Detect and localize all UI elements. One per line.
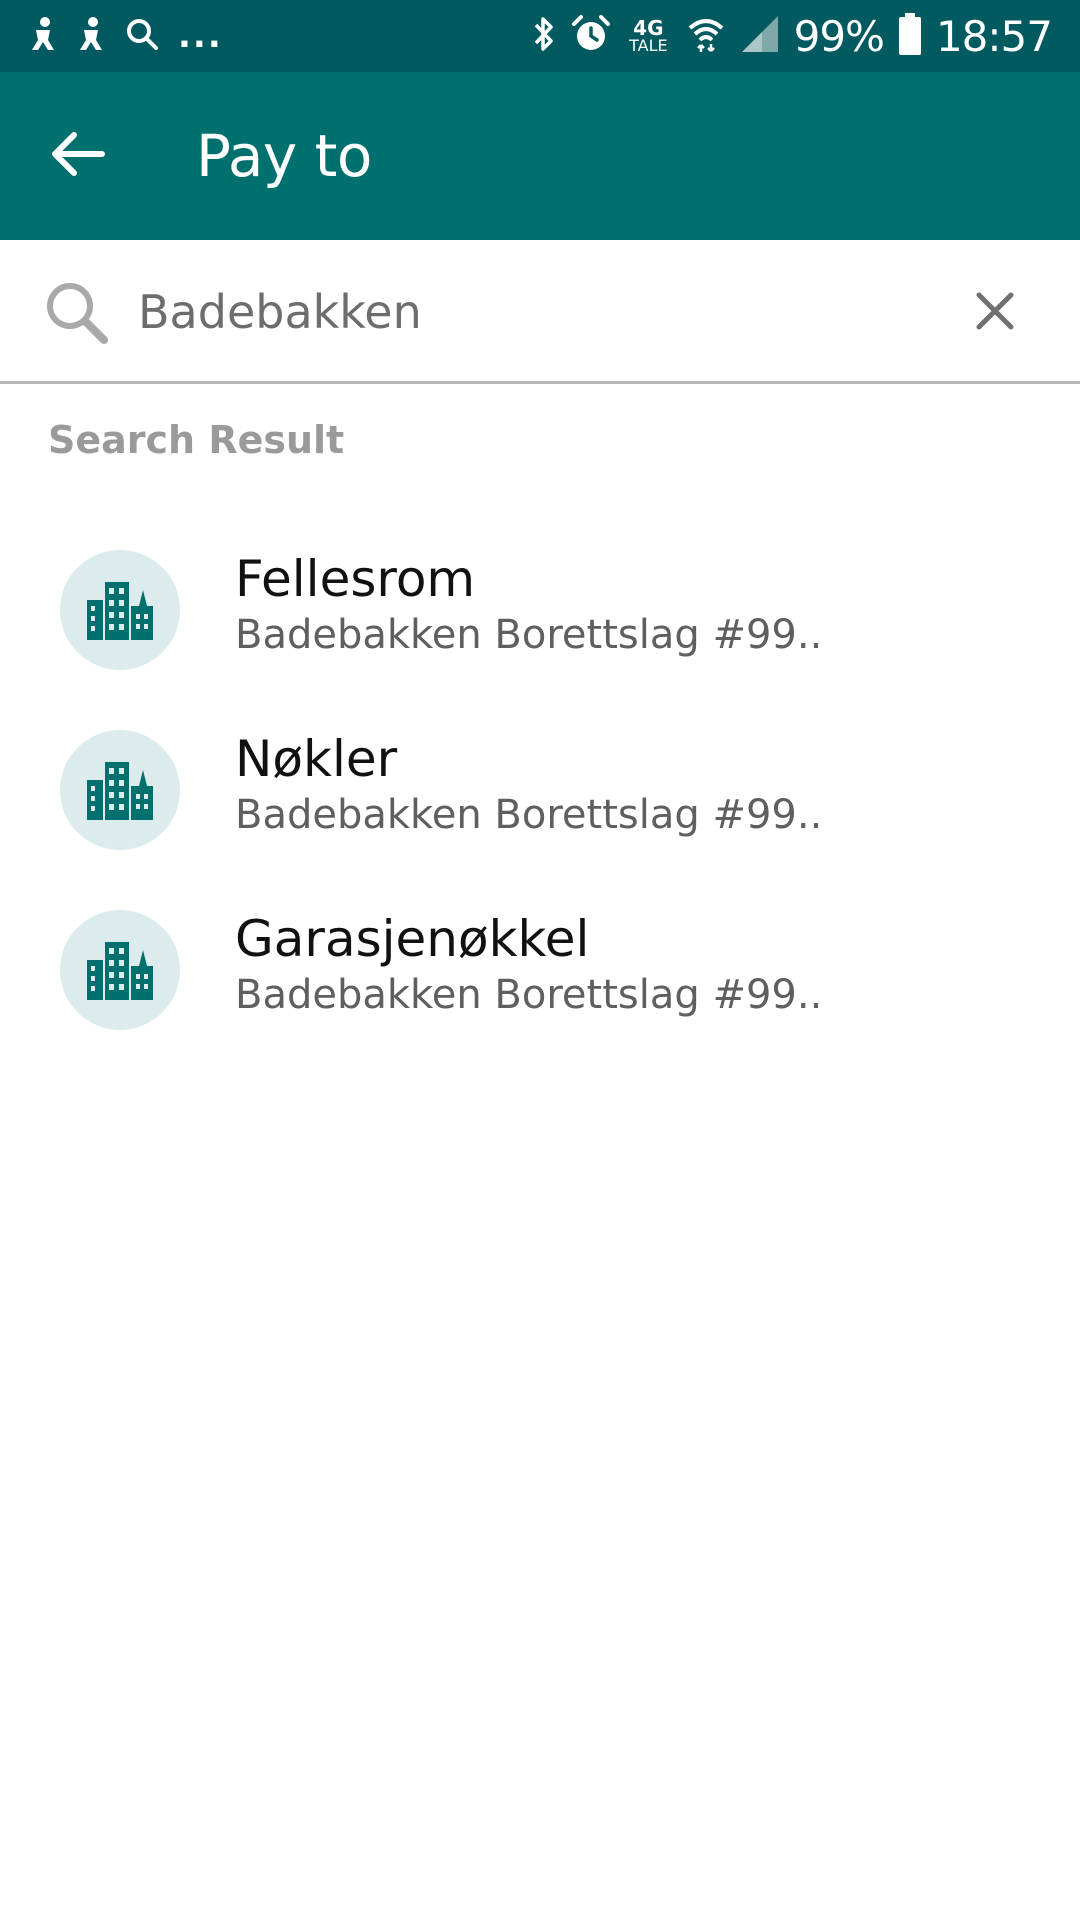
search-icon: [44, 280, 110, 346]
building-icon: [85, 756, 155, 824]
status-bar-right: 4G TALE 99% 18:57: [531, 0, 1053, 72]
list-item[interactable]: Garasjenøkkel Badebakken Borettslag #99.…: [0, 880, 1080, 1060]
section-title: Search Result: [48, 418, 345, 462]
list-item-title: Nøkler: [235, 730, 398, 788]
page-title: Pay to: [196, 122, 372, 190]
notification-icon: [28, 16, 58, 56]
list-item-subtitle: Badebakken Borettslag #99..: [235, 972, 823, 1018]
clear-search-button[interactable]: [960, 278, 1030, 348]
list-item-title: Garasjenøkkel: [235, 910, 590, 968]
status-bar-left: ...: [28, 0, 223, 72]
notification-icon: [76, 16, 106, 56]
clock-time: 18:57: [935, 11, 1053, 61]
bluetooth-icon: [531, 14, 557, 58]
signal-icon: [740, 14, 780, 58]
network-type-label: 4G: [633, 16, 664, 40]
arrow-left-icon: [50, 130, 106, 182]
status-bar: ... 4G TALE 99% 18:57: [0, 0, 1080, 72]
search-icon: [124, 16, 160, 56]
avatar: [60, 730, 180, 850]
building-icon: [85, 936, 155, 1004]
battery-percent: 99%: [793, 11, 885, 61]
list-item[interactable]: Nøkler Badebakken Borettslag #99..: [0, 700, 1080, 880]
search-input[interactable]: [138, 274, 918, 350]
network-type: 4G TALE: [629, 18, 668, 54]
search-bar: [0, 240, 1080, 384]
network-sub-label: TALE: [629, 36, 668, 55]
app-bar: Pay to: [0, 72, 1080, 240]
battery-icon: [898, 13, 922, 59]
wifi-icon: [686, 14, 726, 58]
back-button[interactable]: [30, 108, 126, 204]
list-item-subtitle: Badebakken Borettslag #99..: [235, 612, 823, 658]
result-list: Fellesrom Badebakken Borettslag #99.. Nø…: [0, 520, 1080, 1060]
alarm-icon: [571, 14, 611, 58]
list-item-subtitle: Badebakken Borettslag #99..: [235, 792, 823, 838]
building-icon: [85, 576, 155, 644]
avatar: [60, 910, 180, 1030]
close-icon: [975, 291, 1015, 335]
list-item-title: Fellesrom: [235, 550, 476, 608]
status-overflow-dots: ...: [178, 16, 223, 56]
avatar: [60, 550, 180, 670]
list-item[interactable]: Fellesrom Badebakken Borettslag #99..: [0, 520, 1080, 700]
